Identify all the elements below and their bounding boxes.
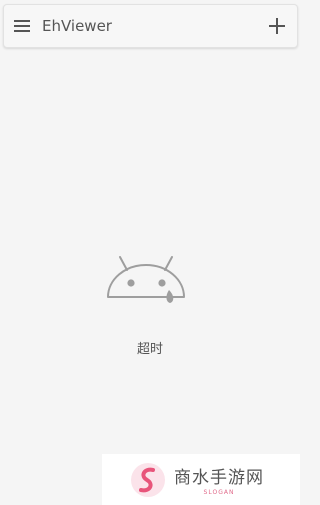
menu-button[interactable] xyxy=(4,5,40,47)
watermark: 商水手游网 SLOGAN xyxy=(102,454,300,505)
toolbar: EhViewer xyxy=(3,4,298,48)
watermark-text: 商水手游网 SLOGAN xyxy=(174,463,264,496)
watermark-logo-icon xyxy=(131,462,165,497)
add-button[interactable] xyxy=(257,5,297,47)
watermark-name: 商水手游网 xyxy=(174,468,264,488)
watermark-slogan: SLOGAN xyxy=(203,489,235,496)
sad-android-icon xyxy=(107,256,185,303)
hamburger-menu-icon xyxy=(14,20,30,32)
timeout-message: 超时 xyxy=(136,342,163,357)
plus-icon xyxy=(269,18,285,34)
app-screen: EhViewer 超时 商水手游网 SLOGAN xyxy=(0,0,300,505)
app-title: EhViewer xyxy=(42,17,112,35)
